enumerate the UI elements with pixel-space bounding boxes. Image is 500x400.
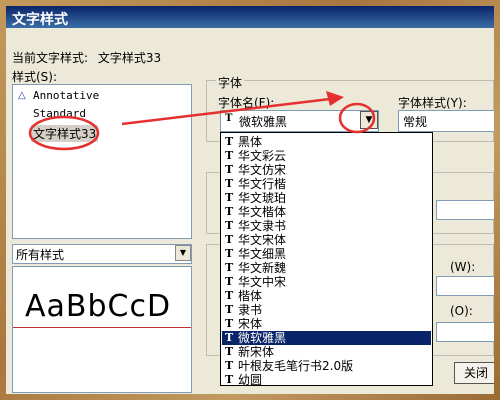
- style-list[interactable]: △ Annotative Standard 文字样式33: [12, 84, 192, 239]
- truetype-icon: T: [225, 345, 234, 358]
- width-factor-label: (W):: [450, 260, 476, 274]
- font-option[interactable]: T 新宋体: [222, 345, 431, 359]
- font-style-combo[interactable]: 常规: [398, 110, 494, 132]
- truetype-icon: T: [225, 247, 234, 260]
- close-button[interactable]: 关闭: [454, 362, 494, 384]
- font-option[interactable]: T 华文楷体: [222, 205, 431, 219]
- truetype-icon: T: [225, 113, 233, 124]
- font-option-label: 微软雅黑: [238, 331, 287, 345]
- font-name-value: 微软雅黑: [239, 115, 288, 129]
- truetype-icon: T: [225, 261, 234, 274]
- font-name-combo[interactable]: T 微软雅黑 ▼: [220, 110, 379, 132]
- chevron-down-icon[interactable]: ▼: [175, 245, 191, 261]
- font-option-label: 华文宋体: [238, 233, 287, 247]
- font-option[interactable]: T 华文新魏: [222, 261, 431, 275]
- truetype-icon: T: [225, 289, 234, 302]
- font-style-value: 常规: [403, 115, 428, 129]
- font-option[interactable]: T 隶书: [222, 303, 431, 317]
- preview-text: AaBbCcD: [25, 289, 172, 324]
- font-option[interactable]: T 黑体: [222, 135, 431, 149]
- dialog-title: 文字样式: [12, 12, 68, 28]
- truetype-icon: T: [225, 177, 234, 190]
- truetype-icon: T: [225, 233, 234, 246]
- font-option-label: 华文中宋: [238, 275, 287, 289]
- style-filter-value: 所有样式: [16, 248, 65, 262]
- width-factor-field[interactable]: [436, 276, 494, 296]
- truetype-icon: T: [225, 205, 234, 218]
- font-option[interactable]: T 幼圆: [222, 373, 431, 386]
- style-preview: AaBbCcD: [12, 266, 192, 393]
- font-option[interactable]: T 华文行楷: [222, 177, 431, 191]
- truetype-icon: T: [225, 135, 234, 148]
- truetype-icon: T: [225, 191, 234, 204]
- font-option-label: 华文彩云: [238, 149, 287, 163]
- font-option[interactable]: T 华文彩云: [222, 149, 431, 163]
- font-option[interactable]: T 楷体: [222, 289, 431, 303]
- style-item-selected[interactable]: 文字样式33: [31, 125, 99, 142]
- font-option-label: 新宋体: [238, 345, 275, 359]
- truetype-icon: T: [225, 275, 234, 288]
- font-option[interactable]: T 华文仿宋: [222, 163, 431, 177]
- font-option-label: 楷体: [238, 289, 263, 303]
- current-style-value: 文字样式33: [97, 51, 162, 65]
- oblique-angle-label: (O):: [450, 304, 473, 318]
- truetype-icon: T: [225, 373, 234, 386]
- font-option-label: 华文新魏: [238, 261, 287, 275]
- font-option[interactable]: T 叶根友毛笔行书2.0版: [222, 359, 431, 373]
- font-option[interactable]: T 华文细黑: [222, 247, 431, 261]
- font-option-label: 华文仿宋: [238, 163, 287, 177]
- font-option[interactable]: T 宋体: [222, 317, 431, 331]
- font-option-label: 幼圆: [238, 373, 263, 386]
- font-option-label: 宋体: [238, 317, 263, 331]
- font-option-label: 华文行楷: [238, 177, 287, 191]
- truetype-icon: T: [225, 149, 234, 162]
- font-option-label: 华文楷体: [238, 205, 287, 219]
- font-style-label: 字体样式(Y):: [398, 96, 467, 110]
- font-option-label: 华文细黑: [238, 247, 287, 261]
- truetype-icon: T: [225, 303, 234, 316]
- style-item-annotative[interactable]: Annotative: [33, 89, 99, 102]
- font-option[interactable]: T 华文琥珀: [222, 191, 431, 205]
- height-field[interactable]: [436, 200, 494, 220]
- font-name-dropdown-button[interactable]: ▼: [360, 111, 378, 129]
- font-option-label: 黑体: [238, 135, 263, 149]
- font-option-label: 隶书: [238, 303, 263, 317]
- truetype-icon: T: [225, 359, 234, 372]
- styles-label: 样式(S):: [12, 70, 58, 84]
- truetype-icon: T: [225, 219, 234, 232]
- font-option[interactable]: T 华文中宋: [222, 275, 431, 289]
- preview-baseline: [13, 327, 191, 328]
- font-option-label: 华文隶书: [238, 219, 287, 233]
- style-filter-select[interactable]: 所有样式 ▼: [12, 244, 192, 264]
- truetype-icon: T: [225, 163, 234, 176]
- font-option-label: 华文琥珀: [238, 191, 287, 205]
- font-group-title: 字体: [216, 74, 245, 91]
- font-dropdown-list[interactable]: T 黑体 T 华文彩云 T 华文仿宋 T 华文行楷 T 华文琥珀 T 华文楷体 T 华文隶书 T 华文宋体 T 华…: [220, 132, 433, 386]
- text-style-dialog: 文字样式 当前文字样式: 文字样式33 样式(S): △ Annotative …: [6, 6, 494, 394]
- current-style-label: 当前文字样式:: [12, 51, 89, 65]
- current-style-row: 当前文字样式: 文字样式33: [12, 49, 161, 66]
- font-option[interactable]: T 华文隶书: [222, 219, 431, 233]
- font-option[interactable]: T 微软雅黑: [222, 331, 431, 345]
- oblique-angle-field[interactable]: [436, 322, 494, 342]
- title-bar: 文字样式: [6, 6, 494, 28]
- font-option[interactable]: T 华文宋体: [222, 233, 431, 247]
- truetype-icon: T: [225, 317, 234, 330]
- style-item-standard[interactable]: Standard: [33, 107, 86, 120]
- font-option-label: 叶根友毛笔行书2.0版: [238, 359, 354, 373]
- truetype-icon: T: [225, 331, 234, 344]
- font-name-label: 字体名(F):: [218, 96, 275, 110]
- annotative-icon: △: [18, 90, 26, 101]
